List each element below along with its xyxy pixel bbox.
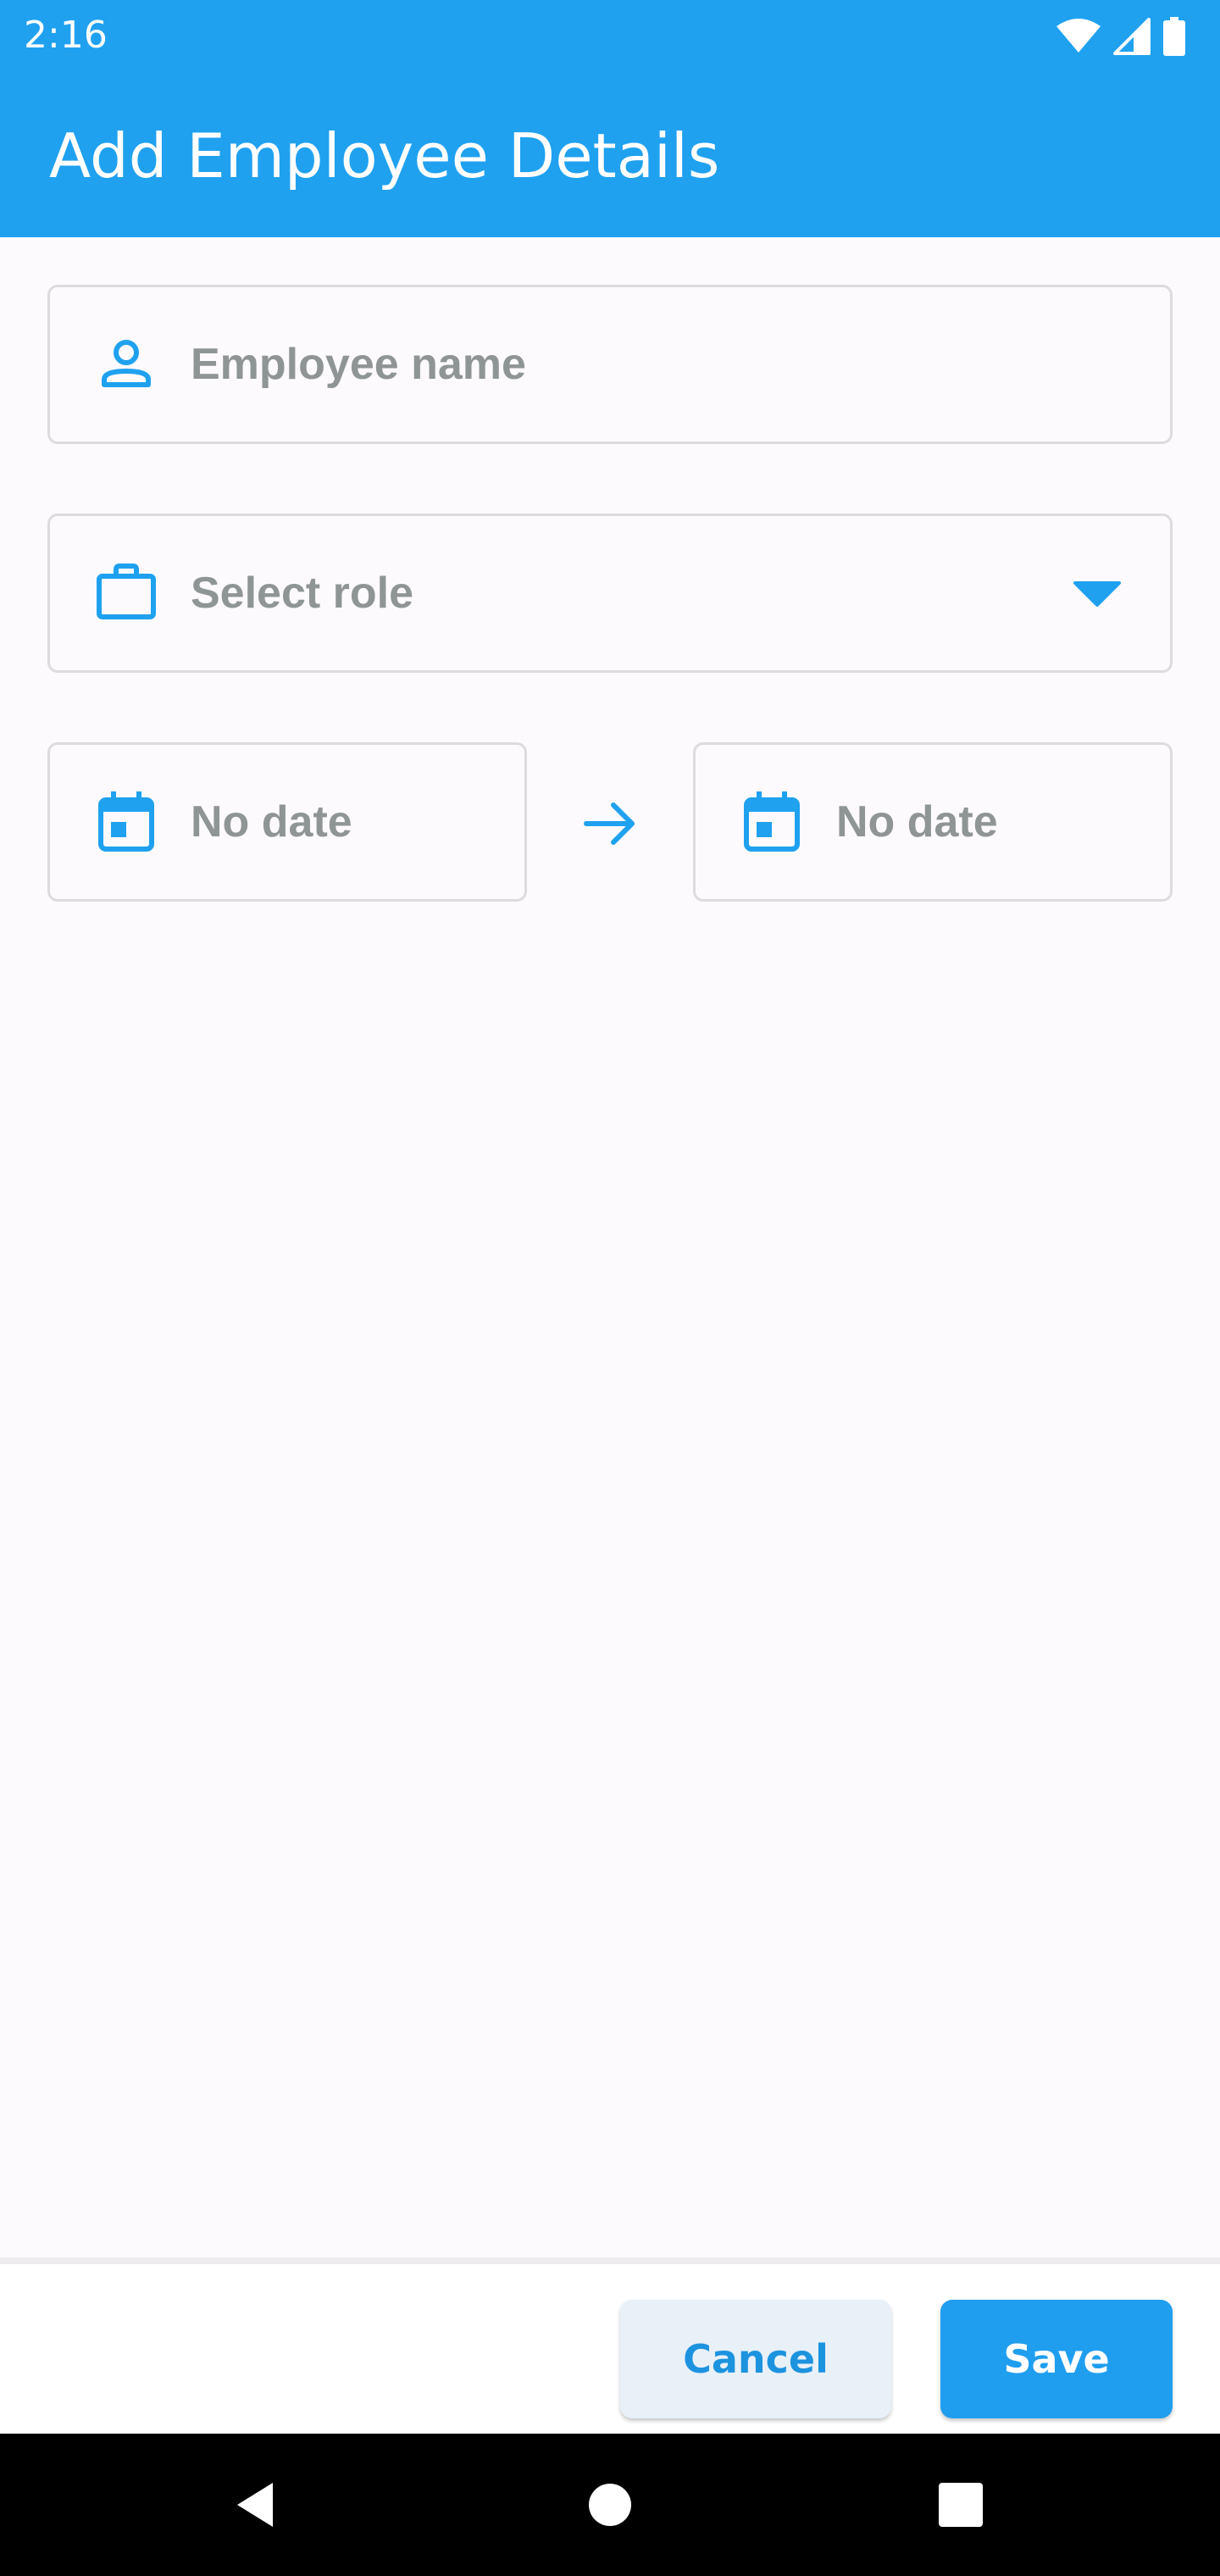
dropdown-arrow-icon[interactable] <box>1072 576 1123 610</box>
end-date-value: No date <box>836 797 998 847</box>
wifi-icon <box>1056 19 1101 53</box>
briefcase-icon <box>97 564 156 619</box>
recents-icon[interactable] <box>920 2464 1001 2545</box>
cellular-signal-icon <box>1113 18 1151 55</box>
start-date-value: No date <box>191 797 352 847</box>
system-nav-bar <box>0 2434 1220 2576</box>
page-title: Add Employee Details <box>49 120 720 192</box>
save-button[interactable]: Save <box>940 2300 1173 2418</box>
end-date-field[interactable]: No date <box>693 742 1173 902</box>
calendar-icon <box>744 791 800 852</box>
role-select-label: Select role <box>191 569 414 618</box>
employee-name-field[interactable]: Employee name <box>47 285 1173 444</box>
battery-icon <box>1163 17 1185 56</box>
divider <box>0 2257 1220 2264</box>
role-select[interactable]: Select role <box>47 514 1173 673</box>
arrow-right-icon <box>584 802 635 845</box>
back-icon[interactable] <box>214 2464 295 2545</box>
calendar-icon <box>98 791 154 852</box>
home-icon[interactable] <box>569 2464 651 2545</box>
app-bar: Add Employee Details <box>0 71 1220 237</box>
status-time: 2:16 <box>24 14 108 57</box>
person-icon <box>102 340 151 387</box>
employee-name-input[interactable]: Employee name <box>191 339 526 390</box>
cancel-button[interactable]: Cancel <box>620 2300 891 2418</box>
start-date-field[interactable]: No date <box>47 742 527 902</box>
status-bar: 2:16 <box>0 0 1220 71</box>
status-icons <box>1056 15 1186 58</box>
